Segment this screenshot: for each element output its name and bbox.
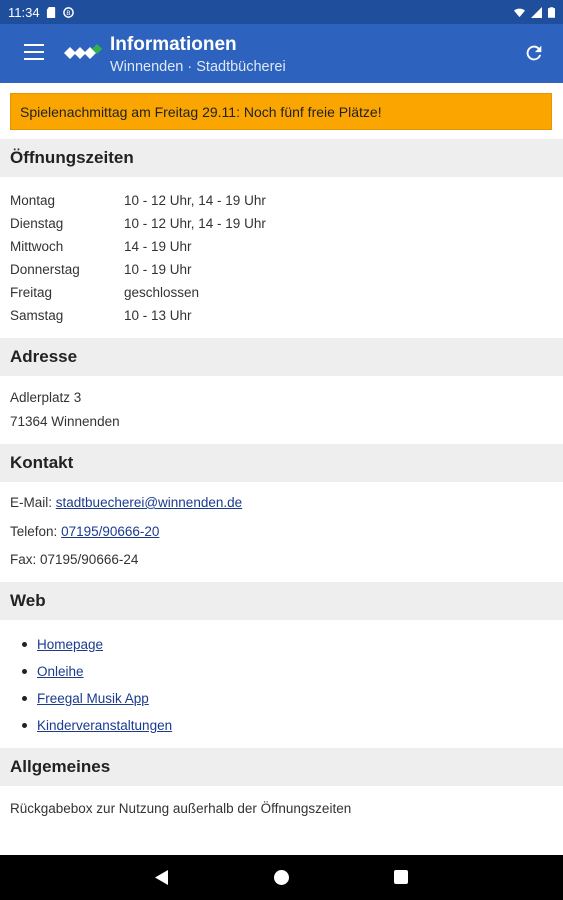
hours-row: Mittwoch 14 - 19 Uhr <box>10 235 266 258</box>
phone-link[interactable]: 07195/90666-20 <box>61 524 159 539</box>
hours-day: Samstag <box>10 308 64 323</box>
hours-day: Dienstag <box>10 216 64 231</box>
svg-text:B: B <box>66 8 70 16</box>
app-subtitle: Winnenden · Stadtbücherei <box>110 59 286 75</box>
section-header-general: Allgemeines <box>0 748 563 786</box>
web-link-kinderveranstaltungen[interactable]: Kinderveranstaltungen <box>37 712 172 739</box>
section-header-contact: Kontakt <box>0 444 563 482</box>
email-link[interactable]: stadtbuecherei@winnenden.de <box>56 495 242 510</box>
section-header-address: Adresse <box>0 338 563 376</box>
hours-day: Freitag <box>10 285 53 300</box>
web-links-list: Homepage Onleihe Freegal Musik App Kinde… <box>22 631 172 739</box>
bullet-icon <box>22 669 27 674</box>
contact-email-line: E-Mail: stadtbuecherei@winnenden.de <box>10 494 242 512</box>
bullet-icon <box>22 642 27 647</box>
app-logo-icon <box>64 44 102 59</box>
section-header-web: Web <box>0 582 563 620</box>
status-bar: 11:34 B <box>0 0 563 24</box>
hours-time: 10 - 19 Uhr <box>124 262 192 277</box>
address-city: 71364 Winnenden <box>10 414 120 429</box>
back-icon[interactable] <box>154 869 170 886</box>
web-link-item: Freegal Musik App <box>22 685 172 712</box>
hours-row: Freitag geschlossen <box>10 281 266 304</box>
web-link-onleihe[interactable]: Onleihe <box>37 658 84 685</box>
section-header-hours: Öffnungszeiten <box>0 139 563 177</box>
hours-time: 14 - 19 Uhr <box>124 239 192 254</box>
bullet-icon <box>22 723 27 728</box>
signal-icon <box>531 6 542 18</box>
system-nav-bar <box>0 855 563 900</box>
wifi-icon <box>514 8 525 17</box>
contact-phone-line: Telefon: 07195/90666-20 <box>10 523 159 541</box>
web-link-freegal[interactable]: Freegal Musik App <box>37 685 149 712</box>
hours-time: 10 - 13 Uhr <box>124 308 192 323</box>
app-bar: Informationen Winnenden · Stadtbücherei <box>0 24 563 83</box>
app-title: Informationen <box>110 34 237 55</box>
hours-row: Dienstag 10 - 12 Uhr, 14 - 19 Uhr <box>10 212 266 235</box>
recents-icon[interactable] <box>394 870 408 884</box>
hours-day: Montag <box>10 193 56 208</box>
status-time: 11:34 <box>8 4 40 20</box>
hours-row: Montag 10 - 12 Uhr, 14 - 19 Uhr <box>10 189 266 212</box>
hours-row: Samstag 10 - 13 Uhr <box>10 304 266 327</box>
data-saver-icon: B <box>62 6 74 18</box>
hours-row: Donnerstag 10 - 19 Uhr <box>10 258 266 281</box>
hours-time: 10 - 12 Uhr, 14 - 19 Uhr <box>124 193 266 208</box>
general-text: Rückgabebox zur Nutzung außerhalb der Öf… <box>10 801 352 816</box>
home-icon[interactable] <box>274 870 289 885</box>
battery-icon <box>548 6 555 18</box>
web-link-homepage[interactable]: Homepage <box>37 631 103 658</box>
hours-time: geschlossen <box>124 285 200 300</box>
hours-time: 10 - 12 Uhr, 14 - 19 Uhr <box>124 216 266 231</box>
menu-icon[interactable] <box>24 44 44 62</box>
notice-banner: Spielenachmittag am Freitag 29.11: Noch … <box>10 93 552 130</box>
phone-label: Telefon: <box>10 524 58 539</box>
web-link-item: Kinderveranstaltungen <box>22 712 172 739</box>
web-link-item: Homepage <box>22 631 172 658</box>
hours-day: Mittwoch <box>10 239 64 254</box>
hours-day: Donnerstag <box>10 262 80 277</box>
address-street: Adlerplatz 3 <box>10 390 82 405</box>
web-link-item: Onleihe <box>22 658 172 685</box>
refresh-icon[interactable] <box>523 42 545 64</box>
sd-card-icon <box>46 6 55 18</box>
contact-fax: Fax: 07195/90666-24 <box>10 552 139 567</box>
bullet-icon <box>22 696 27 701</box>
email-label: E-Mail: <box>10 495 53 510</box>
hours-table: Montag 10 - 12 Uhr, 14 - 19 Uhr Dienstag 1… <box>10 189 266 327</box>
